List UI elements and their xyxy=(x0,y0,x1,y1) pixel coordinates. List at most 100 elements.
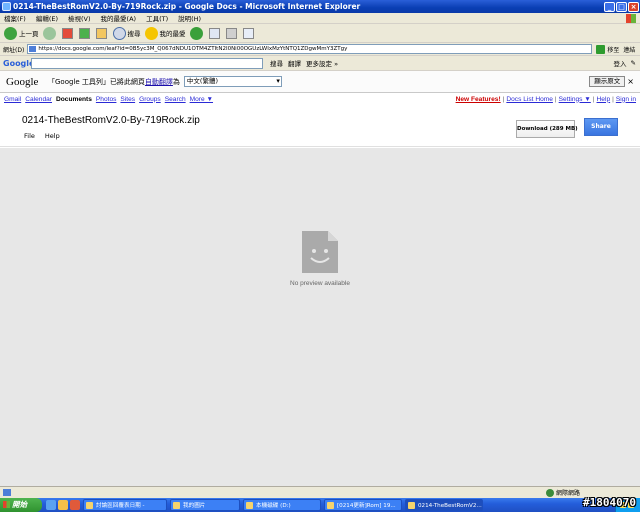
nav-calendar[interactable]: Calendar xyxy=(25,96,52,103)
close-translate-icon[interactable]: × xyxy=(627,77,634,86)
task-item-active[interactable]: 0214-TheBestRomV2... xyxy=(405,499,483,511)
auto-translate-link[interactable]: 自動翻譯 xyxy=(145,78,173,86)
history-button[interactable] xyxy=(189,26,205,40)
nav-photos[interactable]: Photos xyxy=(96,96,117,103)
word-icon xyxy=(242,27,254,39)
mail-button[interactable] xyxy=(208,27,222,39)
document-header: 0214-TheBestRomV2.0-By-719Rock.zip File … xyxy=(0,105,640,147)
help-link[interactable]: Help xyxy=(597,96,611,103)
status-bar: 網際網路 xyxy=(0,486,640,498)
google-toolbar-search-input[interactable] xyxy=(31,57,263,69)
google-logo: Google xyxy=(6,75,39,88)
window-title: 0214-TheBestRomV2.0-By-719Rock.zip - Goo… xyxy=(13,2,361,11)
nav-gmail[interactable]: Gmail xyxy=(4,96,21,103)
stop-button[interactable] xyxy=(61,27,75,39)
word-button[interactable] xyxy=(242,27,256,39)
menu-help[interactable]: 說明(H) xyxy=(178,13,201,23)
document-menu: File Help xyxy=(24,132,60,140)
go-button[interactable]: 移至 xyxy=(596,44,619,54)
forward-arrow-icon xyxy=(42,26,56,40)
docs-list-home-link[interactable]: Docs List Home xyxy=(506,96,553,103)
globe-icon xyxy=(545,488,554,497)
translate-bar: Google 「Google 工具列」已將此網頁自動翻譯為 中文(繁體) 顯示原… xyxy=(0,71,640,93)
quicklaunch-app-icon[interactable] xyxy=(70,500,80,510)
google-toolbar: Google 搜尋 翻譯 更多設定 » 登入 ✎ xyxy=(0,56,640,71)
favorites-button[interactable]: 我的最愛 xyxy=(144,26,186,40)
close-button[interactable]: × xyxy=(628,1,639,12)
translate-message: 「Google 工具列」已將此網頁自動翻譯為 xyxy=(48,77,180,86)
address-label: 網址(D) xyxy=(3,46,25,54)
download-button[interactable]: Download (289 MB) xyxy=(516,120,578,138)
nav-more[interactable]: More ▼ xyxy=(190,96,213,103)
maximize-button[interactable]: □ xyxy=(616,1,627,12)
menu-help-doc[interactable]: Help xyxy=(45,132,60,140)
menu-favorites[interactable]: 我的最愛(A) xyxy=(101,13,137,23)
print-button[interactable] xyxy=(225,27,239,39)
menu-view[interactable]: 檢視(V) xyxy=(68,13,91,23)
document-icon xyxy=(302,231,338,273)
more-settings-button[interactable]: 更多設定 » xyxy=(306,58,338,68)
home-button[interactable] xyxy=(95,27,109,39)
address-url: https://docs.google.com/leaf?id=0B5yc3M_… xyxy=(38,46,348,52)
back-button[interactable]: 上一頁 xyxy=(4,26,39,40)
search-icon xyxy=(112,26,126,40)
nav-groups[interactable]: Groups xyxy=(139,96,161,103)
address-bar: 網址(D) https://docs.google.com/leaf?id=0B… xyxy=(0,43,640,56)
forward-button[interactable] xyxy=(42,26,58,40)
sign-in-link[interactable]: Sign in xyxy=(616,96,636,103)
menu-file[interactable]: 檔案(F) xyxy=(4,13,26,23)
address-input[interactable]: https://docs.google.com/leaf?id=0B5yc3M_… xyxy=(27,44,593,54)
task-item[interactable]: 我的圖片 xyxy=(170,499,240,511)
google-toolbar-logo: Google xyxy=(3,58,35,68)
taskbar: 開始 討論區回覆表日期 - 我的圖片 本機磁碟 (D:) [0214更新]Rom… xyxy=(0,498,640,512)
menu-edit[interactable]: 編輯(E) xyxy=(36,13,58,23)
ie-toolbar: 上一頁 搜尋 我的最愛 xyxy=(0,24,640,43)
wrench-icon[interactable]: ✎ xyxy=(631,59,636,67)
nav-documents[interactable]: Documents xyxy=(56,96,92,103)
preview-area: No preview available xyxy=(0,148,640,486)
page-status-icon xyxy=(3,489,11,496)
history-icon xyxy=(189,26,203,40)
go-arrow-icon xyxy=(596,44,606,54)
settings-link[interactable]: Settings ▼ xyxy=(559,96,591,103)
page-icon xyxy=(29,46,37,52)
print-icon xyxy=(225,27,237,39)
links-button[interactable]: 連結 xyxy=(623,45,635,54)
separator: | xyxy=(554,95,557,103)
menu-file-doc[interactable]: File xyxy=(24,132,35,140)
quicklaunch-ie-icon[interactable] xyxy=(46,500,56,510)
security-zone: 網際網路 xyxy=(545,488,580,497)
refresh-button[interactable] xyxy=(78,27,92,39)
new-features-link[interactable]: New Features! xyxy=(456,96,501,103)
show-original-button[interactable]: 顯示原文 xyxy=(589,76,626,87)
stop-icon xyxy=(61,27,73,39)
watermark: #1804070 xyxy=(583,496,636,509)
refresh-icon xyxy=(78,27,90,39)
start-button[interactable]: 開始 xyxy=(0,498,42,512)
document-title: 0214-TheBestRomV2.0-By-719Rock.zip xyxy=(22,115,200,126)
star-icon xyxy=(144,26,158,40)
language-select[interactable]: 中文(繁體) xyxy=(183,76,282,87)
home-icon xyxy=(95,27,107,39)
quicklaunch-folder-icon[interactable] xyxy=(58,500,68,510)
google-search-button[interactable]: 搜尋 xyxy=(270,58,283,68)
task-item[interactable]: [0214更新]Rom] 19... xyxy=(324,499,402,511)
google-nav: Gmail Calendar Documents Photos Sites Gr… xyxy=(0,93,640,105)
toolbar-signin-button[interactable]: 登入 xyxy=(614,58,627,68)
menu-tools[interactable]: 工具(T) xyxy=(146,13,168,23)
minimize-button[interactable]: _ xyxy=(604,1,615,12)
back-arrow-icon xyxy=(4,26,17,40)
translate-button[interactable]: 翻譯 xyxy=(288,58,301,68)
task-item[interactable]: 討論區回覆表日期 - xyxy=(83,499,167,511)
quick-launch xyxy=(46,500,80,510)
menu-bar: 檔案(F) 編輯(E) 檢視(V) 我的最愛(A) 工具(T) 說明(H) xyxy=(0,13,640,24)
task-item[interactable]: 本機磁碟 (D:) xyxy=(243,499,321,511)
ie-icon xyxy=(2,2,11,11)
nav-search[interactable]: Search xyxy=(165,96,186,103)
search-button[interactable]: 搜尋 xyxy=(112,26,141,40)
mail-icon xyxy=(208,27,220,39)
share-button[interactable]: Share xyxy=(584,118,618,136)
nav-sites[interactable]: Sites xyxy=(120,96,135,103)
separator: | xyxy=(612,95,614,103)
separator: | xyxy=(502,95,505,103)
